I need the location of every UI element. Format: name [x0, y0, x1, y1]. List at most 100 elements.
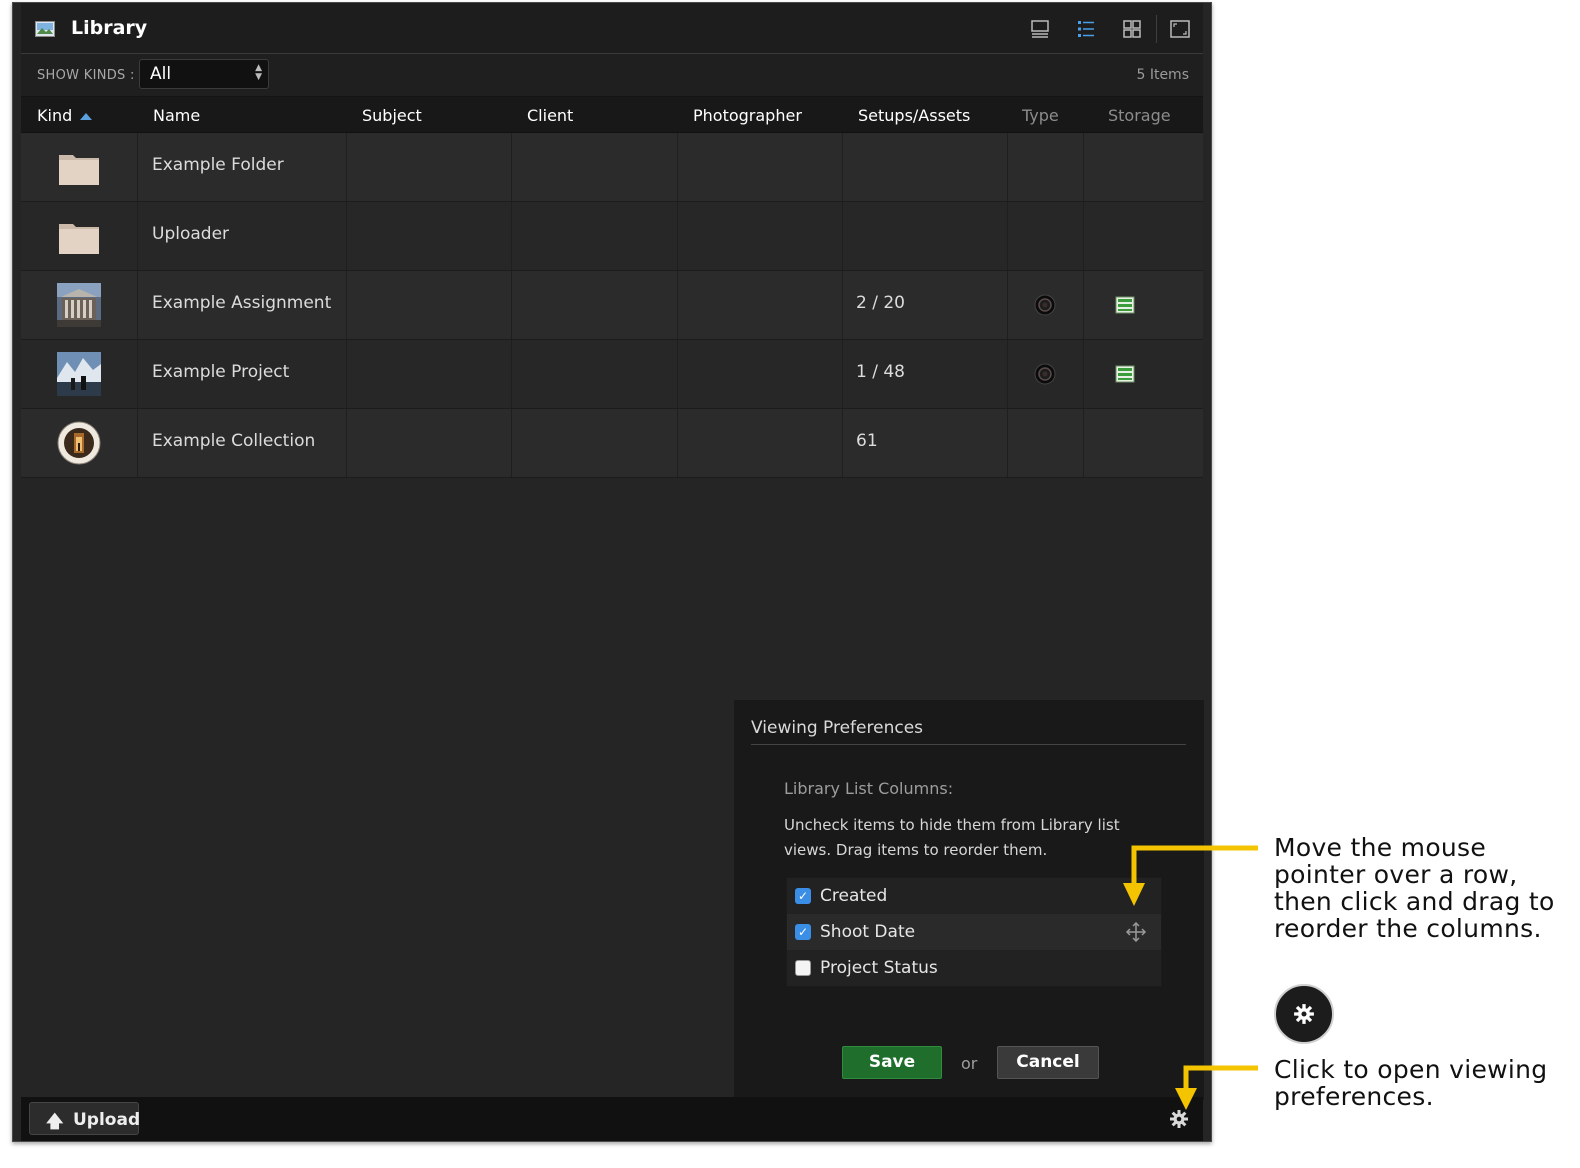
column-header-client[interactable]: Client — [527, 106, 573, 125]
camera-lens-icon — [1034, 294, 1056, 316]
storage-icon — [1115, 296, 1135, 314]
column-item-label: Shoot Date — [820, 922, 916, 942]
name-cell: Example Collection — [138, 409, 347, 477]
storage-cell — [1084, 340, 1205, 408]
subject-cell — [347, 340, 512, 408]
subject-cell — [347, 409, 512, 477]
photographer-cell — [678, 409, 843, 477]
storage-icon — [1115, 365, 1135, 383]
viewing-preferences-panel: Viewing Preferences Library List Columns… — [734, 700, 1204, 1100]
column-item-label: Created — [820, 886, 888, 906]
setups-cell: 2 / 20 — [843, 271, 1008, 339]
move-drag-icon[interactable] — [1125, 921, 1147, 943]
kind-cell — [21, 133, 138, 201]
table-row[interactable]: Example Collection 61 — [21, 409, 1203, 478]
row-name: Example Collection — [152, 431, 316, 451]
column-item-label: Project Status — [820, 958, 938, 978]
subject-cell — [347, 271, 512, 339]
upload-button[interactable]: 🡅 Upload — [29, 1102, 141, 1135]
column-header-photographer[interactable]: Photographer — [693, 106, 802, 125]
title-bar: Library — [21, 3, 1203, 54]
column-item-created[interactable]: ✓ Created — [787, 878, 1161, 914]
collection-thumbnail-icon — [57, 421, 101, 465]
type-cell — [1008, 271, 1084, 339]
fullscreen-icon[interactable] — [1169, 18, 1191, 40]
prefs-title: Viewing Preferences — [751, 718, 924, 738]
column-header-storage[interactable]: Storage — [1108, 106, 1171, 125]
photographer-cell — [678, 271, 843, 339]
setups-assets-value: 2 / 20 — [856, 293, 905, 313]
drag-hint-text: Move the mouse pointer over a row, then … — [1274, 834, 1555, 942]
gear-hint-line: Click to open viewing — [1274, 1055, 1548, 1084]
bottom-bar: 🡅 Upload — [21, 1097, 1203, 1141]
library-icon — [35, 21, 55, 37]
toolbar-separator — [1156, 15, 1157, 43]
setups-cell: 61 — [843, 409, 1008, 477]
created-checkbox[interactable]: ✓ — [795, 888, 811, 904]
name-cell: Example Assignment — [138, 271, 347, 339]
column-header-type[interactable]: Type — [1022, 106, 1059, 125]
name-cell: Example Project — [138, 340, 347, 408]
type-cell — [1008, 202, 1084, 270]
setups-cell — [843, 202, 1008, 270]
kind-cell — [21, 202, 138, 270]
column-header-subject[interactable]: Subject — [362, 106, 422, 125]
or-label: or — [961, 1054, 978, 1073]
shoot-date-checkbox[interactable]: ✓ — [795, 924, 811, 940]
upload-arrow-icon: 🡅 — [46, 1112, 64, 1132]
column-header-kind[interactable]: Kind — [37, 106, 93, 125]
project-status-checkbox[interactable]: ✓ — [795, 960, 811, 976]
storage-cell — [1084, 133, 1205, 201]
list-view-icon[interactable] — [1075, 18, 1097, 40]
storage-cell — [1084, 271, 1205, 339]
detail-view-icon[interactable] — [1029, 18, 1051, 40]
subject-cell — [347, 202, 512, 270]
show-kinds-select[interactable]: All ▲ ▼ — [139, 59, 269, 89]
kind-cell — [21, 340, 138, 408]
storage-cell — [1084, 202, 1205, 270]
upload-label: Upload — [73, 1110, 141, 1130]
drag-hint-line: reorder the columns. — [1274, 914, 1542, 943]
folder-icon — [59, 224, 99, 254]
prefs-section-label: Library List Columns: — [784, 779, 954, 798]
grid-view-icon[interactable] — [1121, 18, 1143, 40]
window-title: Library — [71, 17, 148, 39]
setups-assets-value: 1 / 48 — [856, 362, 905, 382]
column-header-name[interactable]: Name — [153, 106, 200, 125]
column-item-project-status[interactable]: ✓ Project Status — [787, 950, 1161, 986]
column-header-setups-assets[interactable]: Setups/Assets — [858, 106, 970, 125]
item-count: 5 Items — [1136, 67, 1189, 83]
filter-bar: SHOW KINDS : All ▲ ▼ 5 Items — [21, 54, 1203, 97]
gear-callout-icon — [1274, 984, 1334, 1044]
client-cell — [512, 340, 678, 408]
table-row[interactable]: Example Assignment 2 / 20 — [21, 271, 1203, 340]
show-kinds-value: All — [150, 64, 172, 84]
setups-assets-value: 61 — [856, 431, 878, 451]
table-row[interactable]: Uploader — [21, 202, 1203, 271]
photographer-cell — [678, 340, 843, 408]
row-name: Uploader — [152, 224, 230, 244]
table-header: Kind Name Subject Client Photographer Se… — [21, 97, 1203, 133]
client-cell — [512, 133, 678, 201]
drag-hint-line: then click and drag to — [1274, 887, 1555, 916]
table-row[interactable]: Example Folder — [21, 133, 1203, 202]
cancel-button[interactable]: Cancel — [997, 1046, 1099, 1079]
client-cell — [512, 271, 678, 339]
row-name: Example Project — [152, 362, 290, 382]
gear-hint-line: preferences. — [1274, 1082, 1434, 1111]
column-list: ✓ Created ✓ Shoot Date Project Status — [786, 877, 1162, 987]
subject-cell — [347, 133, 512, 201]
gear-icon[interactable] — [1169, 1109, 1189, 1129]
name-cell: Example Folder — [138, 133, 347, 201]
prefs-description: Uncheck items to hide them from Library … — [784, 816, 1120, 859]
table-row[interactable]: Example Project 1 / 48 — [21, 340, 1203, 409]
select-arrows-icon: ▲ ▼ — [255, 63, 262, 82]
client-cell — [512, 202, 678, 270]
show-kinds-label: SHOW KINDS : — [37, 68, 135, 83]
name-cell: Uploader — [138, 202, 347, 270]
column-item-shoot-date[interactable]: ✓ Shoot Date — [787, 914, 1161, 950]
project-thumbnail-icon — [57, 352, 101, 396]
setups-cell — [843, 133, 1008, 201]
save-button[interactable]: Save — [842, 1046, 942, 1079]
row-name: Example Assignment — [152, 293, 332, 313]
